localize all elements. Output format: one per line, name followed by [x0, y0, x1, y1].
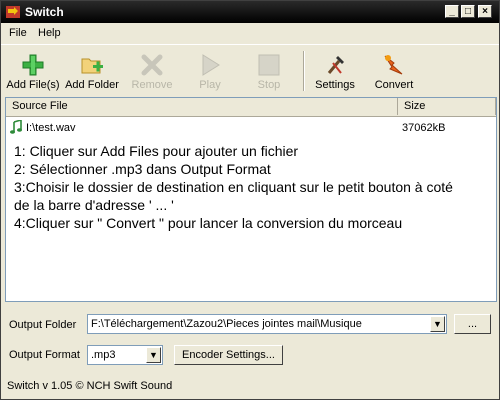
settings-button[interactable]: Settings	[305, 49, 365, 95]
play-icon	[202, 54, 220, 76]
add-folder-icon	[81, 58, 103, 74]
instruction-line: 4:Cliquer sur " Convert " pour lancer la…	[14, 215, 403, 231]
menu-bar: File Help	[1, 23, 499, 43]
settings-tools-icon	[327, 56, 344, 74]
maximize-button[interactable]: □	[461, 5, 475, 18]
stop-button[interactable]: Stop	[239, 49, 299, 95]
stop-icon	[258, 54, 280, 76]
output-folder-value: F:\Téléchargement\Zazou2\Pieces jointes …	[91, 318, 362, 330]
encoder-settings-button[interactable]: Encoder Settings...	[174, 345, 283, 365]
column-size[interactable]: Size	[398, 98, 496, 115]
close-button[interactable]: ×	[478, 5, 492, 18]
file-row-size: 37062kB	[402, 122, 446, 134]
instructions-text: 1: Cliquer sur Add Files pour ajouter un…	[14, 142, 492, 232]
output-format-combo[interactable]: .mp3 ▼	[87, 345, 163, 365]
minimize-button[interactable]: _	[445, 5, 459, 18]
file-row-name[interactable]: I:\test.wav	[26, 120, 76, 136]
dropdown-arrow-icon[interactable]: ▼	[430, 316, 445, 332]
menu-help[interactable]: Help	[38, 27, 61, 39]
window-title: Switch	[25, 5, 64, 19]
file-list[interactable]: Source File Size I:\test.wav 37062kB 1: …	[5, 97, 497, 302]
convert-label: Convert	[374, 79, 414, 91]
status-bar-text: Switch v 1.05 © NCH Swift Sound	[7, 380, 173, 392]
convert-button[interactable]: Convert	[364, 49, 424, 95]
title-bar[interactable]: Switch _ □ ×	[1, 1, 499, 23]
app-icon	[6, 6, 20, 18]
dropdown-arrow-icon[interactable]: ▼	[146, 347, 161, 363]
column-source-file[interactable]: Source File	[6, 98, 398, 115]
instruction-line: 3:Choisir le dossier de destination en c…	[14, 179, 453, 195]
switch-window: Switch _ □ × File Help Add File(s) Add F…	[0, 0, 500, 400]
output-folder-combo[interactable]: F:\Téléchargement\Zazou2\Pieces jointes …	[87, 314, 447, 334]
play-label: Play	[199, 79, 221, 91]
settings-label: Settings	[315, 79, 355, 91]
instruction-line: 1: Cliquer sur Add Files pour ajouter un…	[14, 143, 299, 159]
add-plus-icon	[22, 54, 44, 76]
instruction-line: de la barre d'adresse ' ... '	[14, 197, 174, 213]
music-note-icon	[10, 120, 22, 134]
browse-folder-button[interactable]: ...	[454, 314, 491, 334]
menu-file[interactable]: File	[9, 27, 27, 39]
instruction-line: 2: Sélectionner .mp3 dans Output Format	[14, 161, 271, 177]
play-button[interactable]: Play	[180, 49, 240, 95]
output-format-value: .mp3	[91, 349, 116, 361]
add-folder-label: Add Folder	[65, 79, 119, 91]
output-folder-label: Output Folder	[9, 319, 77, 331]
remove-button[interactable]: Remove	[122, 49, 182, 95]
remove-label: Remove	[131, 79, 173, 91]
add-files-label: Add File(s)	[6, 79, 60, 91]
add-files-button[interactable]: Add File(s)	[3, 49, 63, 95]
add-folder-button[interactable]: Add Folder	[62, 49, 122, 95]
output-format-label: Output Format	[9, 349, 80, 361]
stop-label: Stop	[257, 79, 281, 91]
file-list-header: Source File Size	[6, 98, 496, 117]
toolbar: Add File(s) Add Folder Remove Play Stop …	[1, 44, 499, 97]
convert-arrow-icon	[384, 55, 403, 75]
remove-x-icon	[141, 54, 163, 76]
